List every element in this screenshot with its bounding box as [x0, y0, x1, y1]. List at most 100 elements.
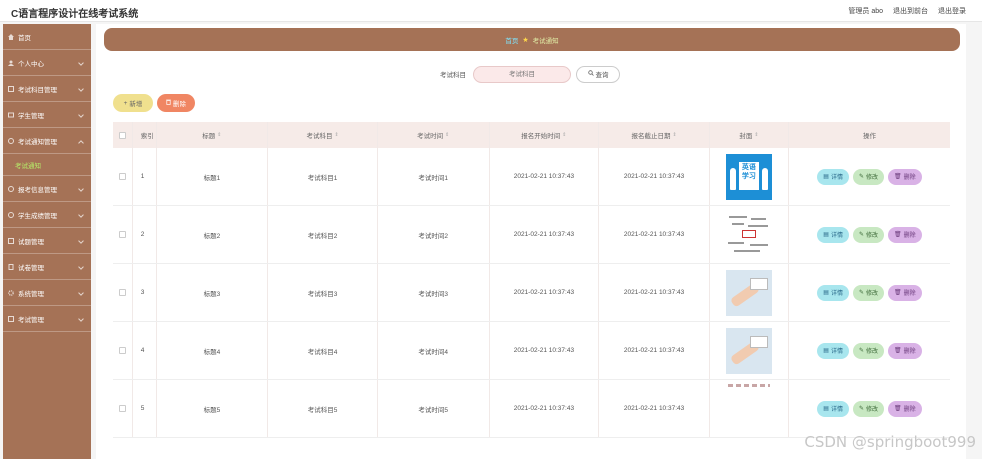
chevron-down-icon — [78, 238, 84, 244]
search-label: 考试科目 — [440, 72, 466, 79]
remove-button[interactable]: 🗑 删除 — [888, 284, 922, 301]
pencil-icon: ✎ — [858, 406, 864, 412]
detail-button[interactable]: ▤ 详情 — [817, 168, 849, 185]
detail-button[interactable]: ▤ 详情 — [817, 342, 849, 359]
cell-title: 标题4 — [157, 322, 269, 379]
cell-index: 3 — [133, 264, 157, 321]
sidebar-item-registration[interactable]: 报考信息管理 — [3, 176, 91, 202]
edit-button[interactable]: ✎ 修改 — [852, 400, 885, 417]
sidebar-item-label: 学生成绩管理 — [18, 212, 57, 220]
col-title-label: 标题 — [202, 133, 216, 140]
breadcrumb: 首页 ★ 考试通知 — [104, 28, 960, 51]
chevron-down-icon — [78, 86, 84, 92]
cell-index: 4 — [133, 322, 157, 379]
trash-icon: 🗑 — [894, 174, 902, 180]
select-all-checkbox[interactable] — [118, 131, 126, 139]
breadcrumb-current: 考试通知 — [532, 37, 559, 45]
col-end-label: 报名截止日期 — [631, 133, 671, 140]
form-icon — [8, 185, 14, 192]
word-box-shape — [741, 229, 756, 238]
remove-button[interactable]: 🗑 删除 — [888, 400, 922, 417]
row-checkbox[interactable] — [118, 173, 126, 180]
col-subject[interactable]: 考试科目 ⇕ — [268, 122, 378, 148]
remove-button[interactable]: 🗑 删除 — [888, 168, 922, 185]
figure-shape — [729, 167, 736, 190]
col-title[interactable]: 标题 ⇕ — [157, 122, 269, 148]
top-bar: C语言程序设计在线考试系统 管理员 abo 退出到前台 退出登录 — [0, 0, 982, 22]
edit-label: 修改 — [866, 291, 879, 297]
detail-button[interactable]: ▤ 详情 — [817, 284, 849, 301]
add-button[interactable]: + 新增 — [113, 94, 153, 112]
word-shape — [728, 215, 747, 218]
detail-button[interactable]: ▤ 详情 — [817, 400, 849, 417]
edit-button[interactable]: ✎ 修改 — [852, 168, 885, 185]
row-checkbox[interactable] — [118, 347, 126, 354]
sidebar-item-questions[interactable]: 试题管理 — [3, 228, 91, 254]
to-frontend-link[interactable]: 退出到前台 — [893, 6, 928, 16]
search-input[interactable] — [473, 65, 571, 83]
col-cover[interactable]: 封面 ⇕ — [710, 122, 789, 148]
search-button[interactable]: 查询 — [576, 65, 620, 83]
col-index: 索引 — [133, 122, 157, 148]
col-exam-time-label: 考试时间 — [417, 133, 444, 140]
doc-icon: ▤ — [823, 348, 829, 354]
sidebar-item-subjects[interactable]: 考试科目管理 — [3, 76, 91, 102]
cell-subject: 考试科目3 — [268, 264, 378, 321]
book-icon — [8, 85, 14, 92]
delete-button[interactable]: 删除 — [157, 94, 195, 112]
remove-button[interactable]: 🗑 删除 — [888, 342, 922, 359]
sidebar-item-papers[interactable]: 试卷管理 — [3, 254, 91, 280]
edit-button[interactable]: ✎ 修改 — [852, 226, 885, 243]
detail-button[interactable]: ▤ 详情 — [817, 226, 849, 243]
col-exam-time[interactable]: 考试时间 ⇕ — [378, 122, 490, 148]
sidebar-item-scores[interactable]: 学生成绩管理 — [3, 202, 91, 228]
row-checkbox[interactable] — [118, 289, 126, 296]
student-icon — [8, 112, 14, 118]
cell-subject: 考试科目5 — [268, 380, 378, 437]
sidebar-item-home[interactable]: 首页 — [3, 24, 91, 50]
delete-button-label: 删除 — [173, 101, 186, 108]
cell-start: 2021-02-21 10:37:43 — [490, 206, 600, 263]
breadcrumb-home[interactable]: 首页 — [505, 35, 518, 45]
cell-end: 2021-02-21 10:37:43 — [599, 206, 710, 263]
row-checkbox-cell — [113, 148, 133, 205]
cell-end: 2021-02-21 10:37:43 — [599, 380, 710, 437]
cell-cover — [710, 206, 789, 263]
trash-icon: 🗑 — [894, 406, 902, 412]
sidebar-item-students[interactable]: 学生管理 — [3, 102, 91, 128]
table-header: 索引 标题 ⇕ 考试科目 ⇕ 考试时间 ⇕ 报名开始时间 ⇕ 报名截止日期 ⇕ 封面 ⇕ 操… — [113, 122, 950, 148]
cell-exam-time: 考试时间4 — [378, 322, 490, 379]
sidebar-item-system[interactable]: 系统管理 — [3, 280, 91, 306]
sidebar-item-label: 系统管理 — [18, 290, 44, 298]
logout-link[interactable]: 退出登录 — [938, 6, 966, 16]
sidebar-item-notices[interactable]: 考试通知管理 — [3, 128, 91, 154]
remove-button[interactable]: 🗑 删除 — [888, 226, 922, 243]
col-start[interactable]: 报名开始时间 ⇕ — [490, 122, 600, 148]
detail-label: 详情 — [830, 175, 843, 181]
sidebar-item-label: 个人中心 — [18, 60, 44, 68]
row-checkbox-cell — [113, 264, 133, 321]
cell-cover — [710, 322, 789, 379]
detail-label: 详情 — [830, 233, 843, 239]
sidebar-item-label: 试题管理 — [18, 238, 44, 246]
gear-icon — [8, 289, 14, 296]
add-button-label: 新增 — [129, 101, 143, 108]
row-checkbox-cell — [113, 322, 133, 379]
word-shape — [749, 243, 768, 246]
row-checkbox[interactable] — [118, 231, 126, 238]
sidebar-item-exams[interactable]: 考试管理 — [3, 306, 91, 332]
sidebar-item-profile[interactable]: 个人中心 — [3, 50, 91, 76]
cell-end: 2021-02-21 10:37:43 — [599, 264, 710, 321]
chevron-down-icon — [78, 316, 84, 322]
cell-title: 标题1 — [157, 148, 269, 205]
row-checkbox[interactable] — [118, 405, 126, 412]
col-end[interactable]: 报名截止日期 ⇕ — [599, 122, 710, 148]
sort-icon: ⇕ — [334, 132, 339, 138]
edit-button[interactable]: ✎ 修改 — [852, 342, 885, 359]
edit-button[interactable]: ✎ 修改 — [852, 284, 885, 301]
sidebar-subitem-notice[interactable]: 考试通知 — [3, 154, 91, 176]
cell-index: 1 — [133, 148, 157, 205]
cell-start: 2021-02-21 10:37:43 — [490, 148, 600, 205]
top-links: 管理员 abo 退出到前台 退出登录 — [848, 6, 966, 16]
sidebar-item-label: 报考信息管理 — [18, 186, 57, 194]
